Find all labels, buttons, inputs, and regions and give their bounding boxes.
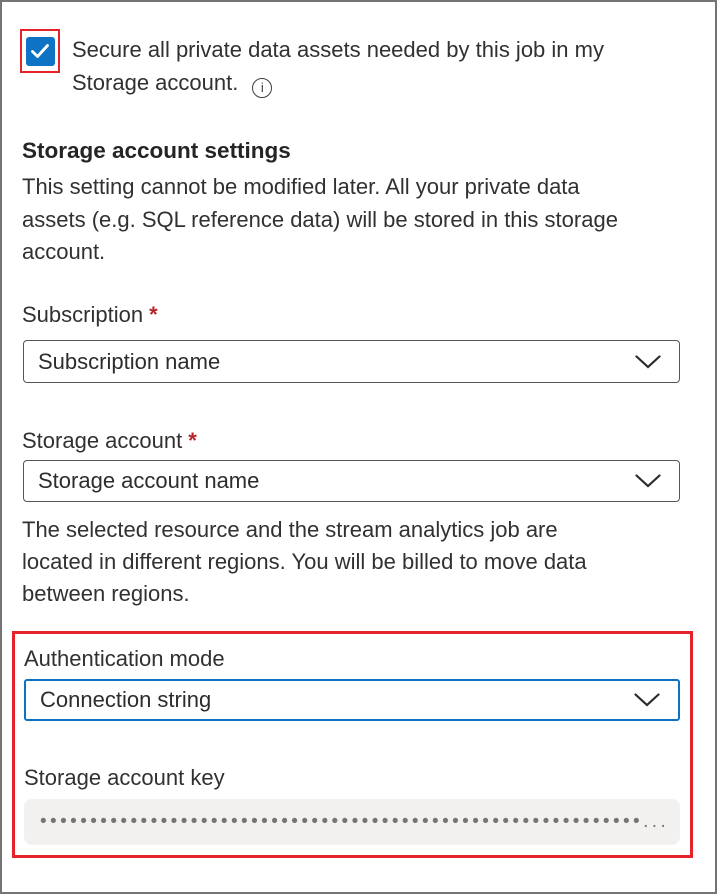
authentication-mode-label: Authentication mode (24, 646, 225, 672)
region-warning-line: between regions. (22, 578, 587, 610)
subscription-dropdown-value: Subscription name (38, 349, 635, 375)
authentication-mode-value: Connection string (40, 687, 634, 713)
checkbox-highlight-box (20, 29, 60, 73)
masked-key-value: ••••••••••••••••••••••••••••••••••••••••… (40, 799, 664, 845)
required-asterisk: * (188, 428, 197, 453)
info-icon[interactable]: i (252, 78, 272, 98)
section-heading: Storage account settings (22, 138, 291, 164)
secure-data-checkbox-label: Secure all private data assets needed by… (72, 33, 672, 99)
description-line: account. (22, 236, 618, 269)
region-warning-line: located in different regions. You will b… (22, 546, 587, 578)
storage-account-key-label: Storage account key (24, 765, 225, 791)
chevron-down-icon (635, 474, 661, 488)
storage-settings-panel: Secure all private data assets needed by… (0, 0, 717, 894)
description-line: This setting cannot be modified later. A… (22, 171, 618, 204)
authentication-mode-dropdown[interactable]: Connection string (24, 679, 680, 721)
chevron-down-icon (635, 355, 661, 369)
storage-account-label: Storage account* (22, 428, 197, 454)
required-asterisk: * (149, 302, 158, 327)
region-warning-line: The selected resource and the stream ana… (22, 514, 587, 546)
subscription-label: Subscription* (22, 302, 158, 328)
storage-account-dropdown-value: Storage account name (38, 468, 635, 494)
description-line: assets (e.g. SQL reference data) will be… (22, 204, 618, 237)
storage-account-label-text: Storage account (22, 428, 182, 453)
storage-account-dropdown[interactable]: Storage account name (23, 460, 680, 502)
chevron-down-icon (634, 693, 660, 707)
subscription-dropdown[interactable]: Subscription name (23, 340, 680, 383)
section-description: This setting cannot be modified later. A… (22, 171, 618, 269)
checkbox-label-line2: Storage account. (72, 70, 238, 95)
checkbox-label-line2-wrap: Storage account. i (72, 66, 672, 99)
subscription-label-text: Subscription (22, 302, 143, 327)
secure-data-checkbox[interactable] (26, 37, 55, 66)
storage-account-key-input[interactable]: ••••••••••••••••••••••••••••••••••••••••… (24, 799, 680, 845)
region-warning-text: The selected resource and the stream ana… (22, 514, 587, 610)
checkbox-label-line1: Secure all private data assets needed by… (72, 33, 672, 66)
check-icon (26, 37, 54, 65)
